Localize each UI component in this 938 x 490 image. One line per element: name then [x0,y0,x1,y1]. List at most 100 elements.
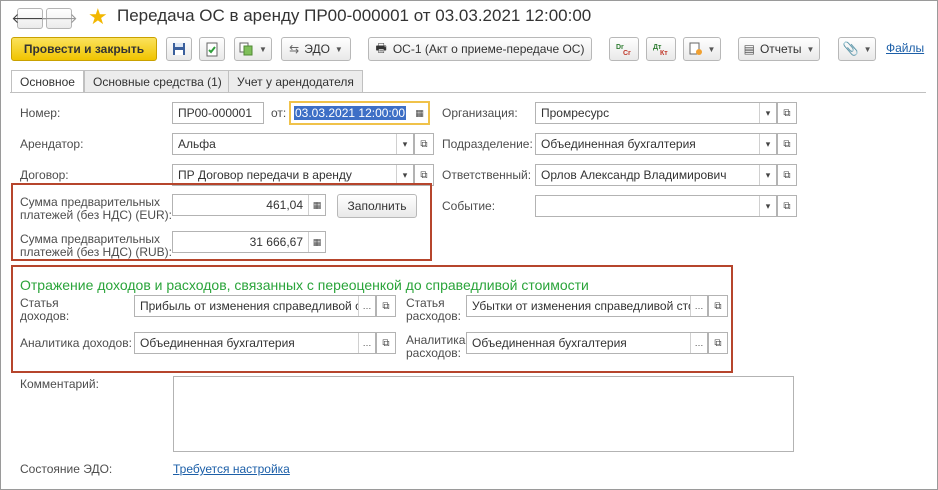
contract-value: ПР Договор передачи в аренду [178,168,352,182]
number-label: Номер: [20,106,61,120]
fill-button[interactable]: Заполнить [337,194,417,218]
prepay-eur-label: Сумма предварительных платежей (без НДС)… [20,195,172,222]
event-field[interactable]: ▾ [535,195,777,217]
prepay-rub-field[interactable]: 31 666,67 ▦ [172,231,326,253]
lessee-value: Альфа [178,137,216,151]
date-field[interactable]: 03.03.2021 12:00:00 ▦ [289,101,430,125]
event-label: Событие: [442,199,496,213]
dropdown-icon[interactable]: ▾ [396,165,413,185]
responsible-field[interactable]: Орлов Александр Владимирович ▾ [535,164,777,186]
open-responsible-icon[interactable]: ⧉ [777,164,797,186]
open-department-icon[interactable]: ⧉ [777,133,797,155]
open-expense-item-icon[interactable]: ⧉ [708,295,728,317]
select-ellipsis-icon[interactable]: … [690,296,707,316]
reports-icon: ▤ [743,42,755,56]
number-field[interactable]: ПР00-000001 [172,102,264,124]
open-income-analytics-icon[interactable]: ⧉ [376,332,396,354]
income-item-field[interactable]: Прибыль от изменения справедливой стоимо… [134,295,376,317]
select-ellipsis-icon[interactable]: … [358,296,375,316]
expense-item-value: Убытки от изменения справедливой стоимос… [472,299,690,313]
organization-field[interactable]: Промресурс ▾ [535,102,777,124]
dropdown-icon[interactable]: ▾ [759,165,776,185]
favorite-star-icon[interactable]: ★ [88,5,108,29]
tab-divider [10,92,926,93]
comment-label: Комментарий: [20,377,99,391]
edo-label: ЭДО [304,42,330,56]
tab-fixed-assets[interactable]: Основные средства (1) [84,70,231,92]
organization-value: Промресурс [541,106,610,120]
open-expense-analytics-icon[interactable]: ⧉ [708,332,728,354]
page-title: Передача ОС в аренду ПР00-000001 от 03.0… [117,6,592,25]
post-button[interactable] [199,37,225,61]
date-value: 03.03.2021 12:00:00 [294,106,407,120]
date-label: от: [271,106,287,120]
prepay-rub-label: Сумма предварительных платежей (без НДС)… [20,232,172,259]
open-income-item-icon[interactable]: ⧉ [376,295,396,317]
chevron-down-icon: ▼ [334,44,343,54]
chevron-down-icon: ▼ [707,44,716,54]
comment-textarea[interactable] [173,376,794,452]
chevron-down-icon: ▼ [259,44,267,54]
post-document-icon [206,42,218,56]
select-ellipsis-icon[interactable]: … [690,333,707,353]
printer-icon: 🖶 [375,40,387,55]
department-value: Объединенная бухгалтерия [541,137,696,151]
reports-menu-button[interactable]: ▤ Отчеты ▼ [738,37,820,61]
expense-item-label: Статья расходов: [406,296,462,323]
back-button[interactable]: 🡐 [11,8,49,29]
documents-structure-icon [689,42,702,55]
files-link[interactable]: Файлы [886,41,924,55]
arrow-right-icon: 🡒 [40,10,78,26]
number-value: ПР00-000001 [178,106,253,120]
print-os1-label: ОС-1 (Акт о приеме-передаче ОС) [392,42,585,56]
prepay-rub-value: 31 666,67 [249,235,303,249]
post-and-close-button[interactable]: Провести и закрыть [11,37,157,61]
svg-text:Кт: Кт [660,50,668,56]
dt-kt-button[interactable]: Дт Кт [646,37,676,61]
dt-kt-icon: ДтКт [653,44,668,56]
revaluation-section-title: Отражение доходов и расходов, связанных … [20,277,589,293]
income-analytics-value: Объединенная бухгалтерия [140,336,295,350]
dr-cr-button[interactable]: Dr Cr [609,37,639,61]
prepay-eur-value: 461,04 [266,198,303,212]
department-label: Подразделение: [442,137,533,151]
lessee-label: Арендатор: [20,137,84,151]
open-organization-icon[interactable]: ⧉ [777,102,797,124]
calculator-icon[interactable]: ▦ [308,195,325,215]
edo-setup-link[interactable]: Требуется настройка [173,462,290,476]
calendar-icon[interactable]: ▦ [411,103,428,123]
calculator-icon[interactable]: ▦ [308,232,325,252]
chevron-down-icon: ▼ [806,44,815,54]
floppy-disk-icon [173,43,185,55]
create-based-on-icon [239,42,253,56]
print-os1-button[interactable]: 🖶 ОС-1 (Акт о приеме-передаче ОС) [368,37,592,61]
income-analytics-label: Аналитика доходов: [20,336,132,350]
chevron-down-icon: ▼ [863,44,872,54]
contract-label: Договор: [20,168,69,182]
expense-analytics-field[interactable]: Объединенная бухгалтерия … [466,332,708,354]
tab-lessor-accounting[interactable]: Учет у арендодателя [228,70,363,92]
edo-state-label: Состояние ЭДО: [20,462,113,476]
save-button[interactable] [166,37,192,61]
related-documents-button[interactable]: ▼ [683,37,721,61]
department-field[interactable]: Объединенная бухгалтерия ▾ [535,133,777,155]
select-ellipsis-icon[interactable]: … [358,333,375,353]
dropdown-icon[interactable]: ▾ [396,134,413,154]
expense-analytics-label: Аналитика расходов: [406,333,466,360]
expense-item-field[interactable]: Убытки от изменения справедливой стоимос… [466,295,708,317]
dropdown-icon[interactable]: ▾ [759,134,776,154]
income-analytics-field[interactable]: Объединенная бухгалтерия … [134,332,376,354]
forward-button[interactable]: 🡒 [40,8,78,29]
paperclip-icon: 📎 [842,41,859,56]
open-lessee-icon[interactable]: ⧉ [414,133,434,155]
prepay-eur-field[interactable]: 461,04 ▦ [172,194,326,216]
tab-main[interactable]: Основное [11,70,84,93]
create-based-on-button[interactable]: ▼ [234,37,272,61]
income-item-value: Прибыль от изменения справедливой стоимо… [140,299,358,313]
edo-menu-button[interactable]: ⇆ ЭДО ▼ [281,37,351,61]
lessee-field[interactable]: Альфа ▾ [172,133,414,155]
attachments-button[interactable]: 📎 ▼ [838,37,876,61]
open-event-icon[interactable]: ⧉ [777,195,797,217]
dropdown-icon[interactable]: ▾ [759,196,776,216]
dropdown-icon[interactable]: ▾ [759,103,776,123]
